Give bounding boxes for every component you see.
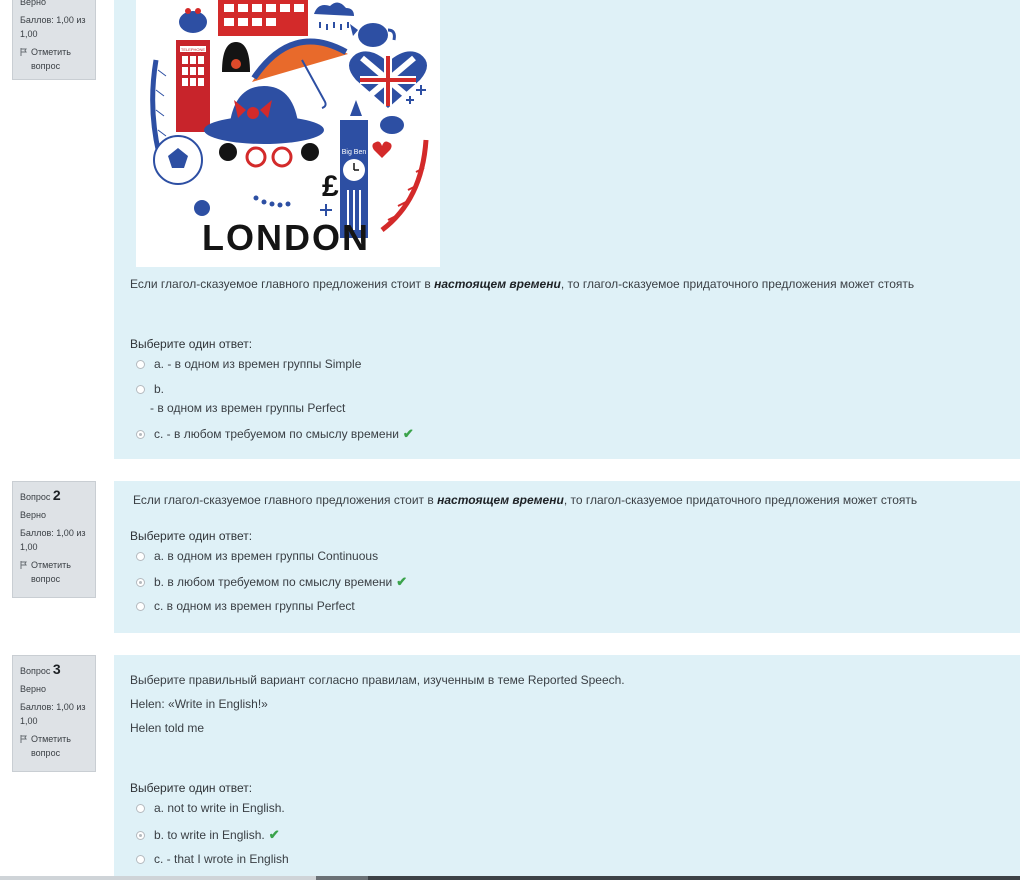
radio-button[interactable] bbox=[136, 384, 145, 394]
question-text: Если глагол-сказуемое главного предложен… bbox=[133, 493, 918, 507]
answer-option-b-text: - в одном из времен группы Perfect bbox=[150, 401, 346, 415]
answer-option-b[interactable]: b. bbox=[136, 382, 164, 396]
question-2-content: Если глагол-сказуемое главного предложен… bbox=[114, 481, 1020, 633]
radio-button[interactable] bbox=[136, 854, 145, 864]
radio-button[interactable] bbox=[136, 601, 145, 611]
question-number: Вопрос 2 bbox=[20, 487, 61, 503]
correct-check-icon: ✔ bbox=[268, 827, 280, 842]
flag-question-button[interactable]: Отметить вопрос bbox=[20, 732, 89, 760]
answer-option-b[interactable]: b. to write in English. ✔ bbox=[136, 827, 280, 843]
radio-button[interactable] bbox=[136, 359, 145, 369]
question-2-info: Вопрос 2 Верно Баллов: 1,00 из 1,00 Отме… bbox=[12, 481, 96, 598]
question-quote: Helen: «Write in English!» bbox=[130, 697, 268, 711]
question-text: Выберите правильный вариант согласно пра… bbox=[130, 673, 625, 687]
question-stem: Helen told me bbox=[130, 721, 205, 735]
question-1-info: Верно Баллов: 1,00 из 1,00 Отметить вопр… bbox=[12, 0, 96, 80]
answer-option-a[interactable]: a. not to write in English. bbox=[136, 801, 285, 815]
question-text: Если глагол-сказуемое главного предложен… bbox=[130, 277, 915, 291]
answer-prompt: Выберите один ответ: bbox=[130, 337, 253, 351]
question-number: Вопрос 3 bbox=[20, 661, 61, 677]
question-score: Баллов: 1,00 из 1,00 bbox=[20, 15, 86, 39]
flag-question-label: Отметить вопрос bbox=[31, 47, 71, 71]
radio-button-selected[interactable] bbox=[136, 577, 145, 587]
flag-question-label: Отметить вопрос bbox=[31, 734, 71, 758]
flag-icon bbox=[20, 48, 27, 56]
correct-check-icon: ✔ bbox=[402, 426, 414, 441]
flag-icon bbox=[20, 561, 27, 569]
answer-option-c[interactable]: c. - в любом требуемом по смыслу времени… bbox=[136, 426, 414, 442]
answer-option-b[interactable]: b. в любом требуемом по смыслу времени ✔ bbox=[136, 574, 407, 590]
radio-button[interactable] bbox=[136, 803, 145, 813]
answer-prompt: Выберите один ответ: bbox=[130, 529, 253, 543]
question-score: Баллов: 1,00 из 1,00 bbox=[20, 702, 86, 726]
question-3-content: Выберите правильный вариант согласно пра… bbox=[114, 655, 1020, 876]
scrollbar-track bbox=[316, 876, 1020, 880]
question-status: Верно bbox=[20, 0, 46, 7]
radio-button[interactable] bbox=[136, 551, 145, 561]
flag-question-label: Отметить вопрос bbox=[31, 560, 71, 584]
emphasis: настоящем времени bbox=[434, 277, 561, 291]
scrollbar-thumb[interactable] bbox=[316, 876, 368, 880]
london-lettering: LONDON bbox=[202, 217, 370, 258]
horizontal-scrollbar[interactable] bbox=[0, 876, 1020, 880]
telephone-sign: TELEPHONE bbox=[181, 47, 206, 52]
answer-prompt: Выберите один ответ: bbox=[130, 781, 253, 795]
big-ben-sign: Big Ben bbox=[342, 149, 367, 156]
question-status: Верно bbox=[20, 510, 46, 520]
flag-question-button[interactable]: Отметить вопрос bbox=[20, 558, 89, 586]
pound-symbol: £ bbox=[322, 170, 339, 203]
answer-option-a[interactable]: a. в одном из времен группы Continuous bbox=[136, 549, 378, 563]
radio-button-selected[interactable] bbox=[136, 429, 145, 439]
answer-option-a[interactable]: a. - в одном из времен группы Simple bbox=[136, 357, 361, 371]
question-status: Верно bbox=[20, 684, 46, 694]
question-score: Баллов: 1,00 из 1,00 bbox=[20, 528, 86, 552]
london-illustration: TELEPHONE Big Ben £ LONDON bbox=[136, 0, 440, 267]
question-3-info: Вопрос 3 Верно Баллов: 1,00 из 1,00 Отме… bbox=[12, 655, 96, 772]
flag-question-button[interactable]: Отметить вопрос bbox=[20, 45, 89, 73]
question-1-content: TELEPHONE Big Ben £ LONDON Если глагол-с… bbox=[114, 0, 1020, 459]
flag-icon bbox=[20, 735, 27, 743]
answer-option-c[interactable]: c. - that I wrote in English bbox=[136, 852, 289, 866]
radio-button-selected[interactable] bbox=[136, 830, 145, 840]
correct-check-icon: ✔ bbox=[396, 574, 408, 589]
emphasis: настоящем времени bbox=[437, 493, 564, 507]
answer-option-c[interactable]: c. в одном из времен группы Perfect bbox=[136, 599, 355, 613]
